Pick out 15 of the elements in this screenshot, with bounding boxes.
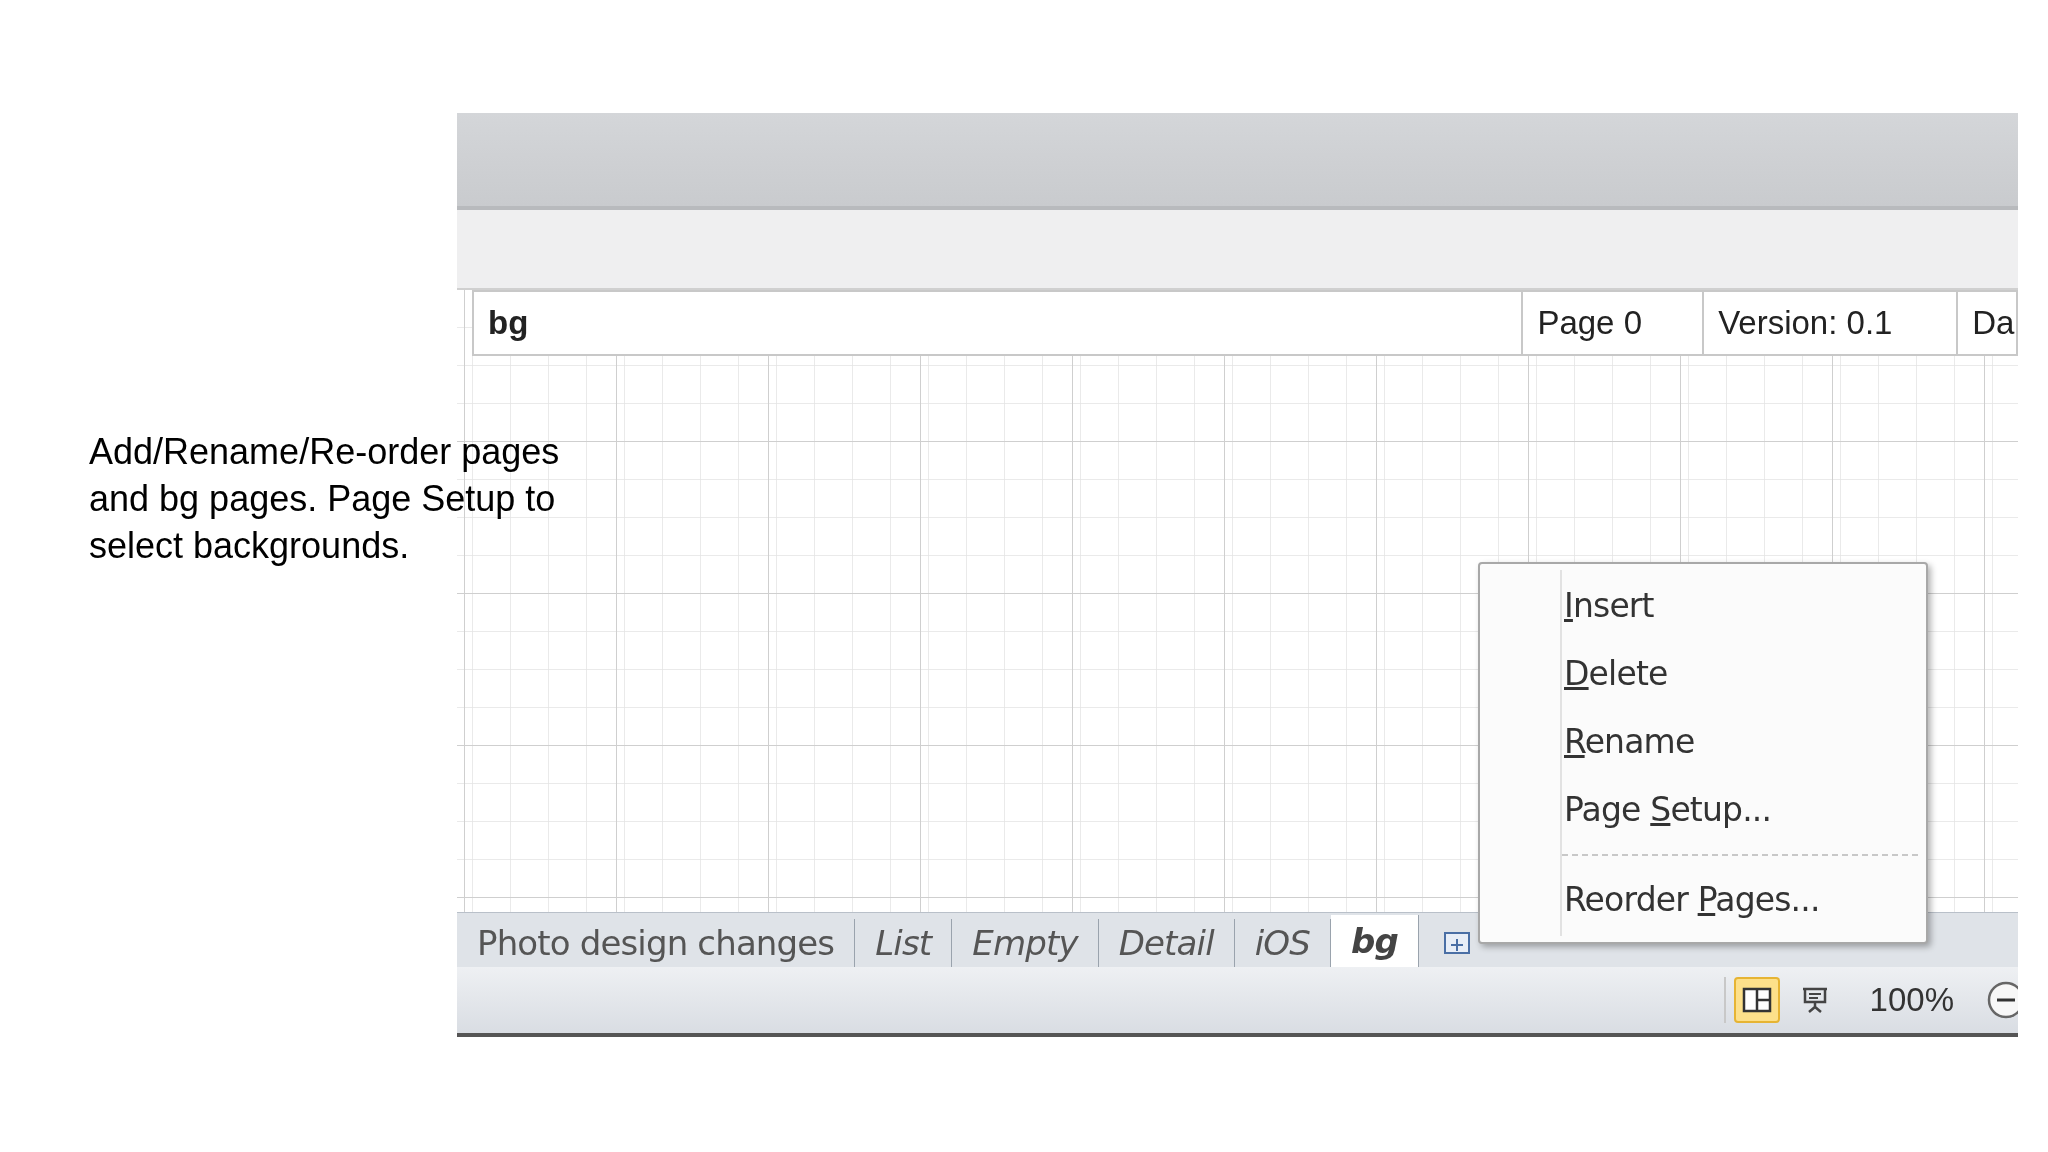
menu-item[interactable]: Reorder Pages...: [1562, 866, 1920, 934]
zoom-level: 100%: [1868, 980, 1955, 1021]
menu-item[interactable]: Page Setup...: [1562, 776, 1920, 844]
title-block-cell: Da: [1958, 292, 2018, 354]
zoom-out-button[interactable]: [1986, 980, 2018, 1020]
page-layout-icon: [1741, 987, 1772, 1013]
title-block-cell: Version: 0.1: [1704, 292, 1959, 354]
title-block-cell: Page 0: [1523, 292, 1705, 354]
title-block-cell: bg: [474, 292, 1524, 354]
menu-item[interactable]: Insert: [1562, 572, 1920, 640]
menu-item[interactable]: Delete: [1562, 640, 1920, 708]
page-view-button[interactable]: [1733, 977, 1780, 1023]
menu-item[interactable]: Rename: [1562, 708, 1920, 776]
page-tab[interactable]: bg: [1331, 915, 1419, 967]
caption-text: Add/Rename/Re-order pages and bg pages. Page Setup to select backgrounds.: [89, 430, 561, 568]
